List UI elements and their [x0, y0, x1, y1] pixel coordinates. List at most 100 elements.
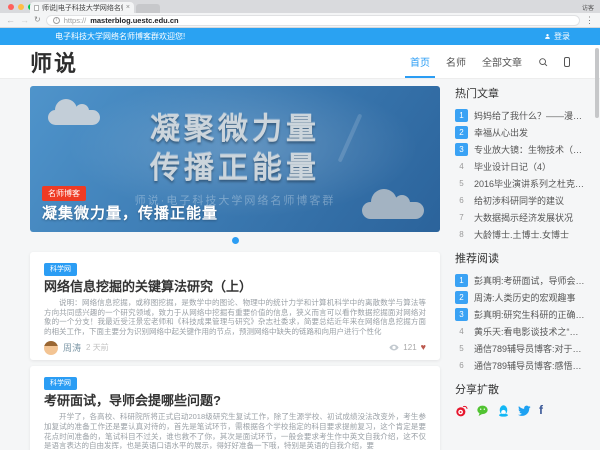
- page-scrollbar[interactable]: [595, 48, 599, 118]
- article-card: 科学网 考研面试，导师会提哪些问题? 开学了，各高校、科研院所将正式启动2018…: [30, 366, 440, 450]
- article-card: 科学网 网络信息挖掘的关键算法研究（上） 说明：网络信息挖掘，或称图挖掘，是数学…: [30, 252, 440, 361]
- new-tab-stub[interactable]: [136, 4, 160, 13]
- tab-close-icon[interactable]: ×: [126, 4, 130, 11]
- author-avatar[interactable]: [44, 340, 58, 355]
- nav-masters[interactable]: 名师: [446, 45, 466, 78]
- forward-icon[interactable]: →: [20, 15, 29, 25]
- hot-article-link: 妈妈给了我什么？——漫谈儿童教育: [474, 111, 587, 121]
- hot-article-item[interactable]: 3 专业放大镜：生物技术（生物-信息复...: [455, 141, 587, 158]
- rank-badge: 1: [455, 274, 468, 287]
- address-bar[interactable]: i https:// masterblog.uestc.edu.cn: [45, 14, 580, 26]
- recommended-item[interactable]: 4 黄乐天:看电影谈技术之“气态电路”简史...: [455, 323, 587, 340]
- hot-article-item[interactable]: 5 2016毕业演讲系列之杜克大学: [455, 175, 587, 192]
- rank-number: 4: [459, 327, 464, 336]
- browser-menu-icon[interactable]: ⋮: [585, 15, 594, 25]
- tab-title: 师说|电子科技大学网络名师…: [42, 4, 123, 12]
- hot-article-link: 给初涉科研同学的建议: [474, 196, 565, 206]
- minimize-window-button[interactable]: [18, 4, 24, 10]
- recommended-item[interactable]: 5 通信789辅导员博客:对于未来，我充满...: [455, 340, 587, 357]
- facebook-icon[interactable]: f: [539, 404, 543, 417]
- hot-articles-section: 热门文章 1 妈妈给了我什么？——漫谈儿童教育 2 幸福从心出发 3 专业放大镜：生物…: [455, 85, 587, 243]
- banner-category-badge: 名师博客: [42, 186, 86, 201]
- recommended-title: 推荐阅读: [455, 253, 499, 265]
- qq-icon[interactable]: [497, 404, 510, 417]
- hot-article-link: 毕业设计日记（4）: [474, 162, 552, 172]
- banner-caption: 凝集微力量，传播正能量: [42, 205, 219, 222]
- site-logo[interactable]: 师说: [30, 46, 78, 78]
- sidebar: 热门文章 1 妈妈给了我什么？——漫谈儿童教育 2 幸福从心出发 3 专业放大镜：生物…: [455, 85, 587, 424]
- banner-headline-line2: 传播正能量: [150, 152, 320, 185]
- recommended-item[interactable]: 1 彭真明:考研面试，导师会提哪些问题?: [455, 272, 587, 289]
- rank-badge: 3: [455, 143, 468, 156]
- banner-headline-line1: 凝聚微力量: [150, 113, 320, 146]
- browser-urlbar: ← → ↻ i https:// masterblog.uestc.edu.cn…: [0, 13, 600, 28]
- rank-number: 5: [459, 179, 464, 188]
- browser-profile-label[interactable]: 访客: [582, 3, 594, 12]
- recommended-item[interactable]: 6 通信789辅导员博客:感悟十九大，展望...: [455, 357, 587, 374]
- rank-number: 5: [459, 344, 464, 353]
- hot-article-item[interactable]: 1 妈妈给了我什么？——漫谈儿童教育: [455, 107, 587, 124]
- rank-number: 6: [459, 196, 464, 205]
- post-time: 2 天前: [86, 343, 109, 353]
- rank-badge: 2: [455, 291, 468, 304]
- mobile-version-icon[interactable]: [564, 45, 570, 78]
- browser-window: 师说|电子科技大学网络名师… × 访客 ← → ↻ i https:// mas…: [0, 0, 600, 450]
- rank-number: 8: [459, 230, 464, 239]
- hot-articles-list: 1 妈妈给了我什么？——漫谈儿童教育 2 幸福从心出发 3 专业放大镜：生物技术（生物…: [455, 107, 587, 243]
- share-section: 分享扩散 f: [455, 381, 587, 417]
- rank-badge: 2: [455, 126, 468, 139]
- recommended-link: 彭真明:考研面试，导师会提哪些问题?: [474, 276, 587, 286]
- hero-carousel[interactable]: 凝聚微力量 传播正能量 师说·电子科技大学网络名师博客群 名师博客 凝集微力量，…: [30, 86, 440, 232]
- hot-article-item[interactable]: 8 大龄博士.土博士.女博士: [455, 226, 587, 243]
- article-excerpt: 开学了，各高校、科研院所将正式启动2018级研究生复试工作，除了生源学校、初试成…: [44, 412, 426, 450]
- views-icon: [389, 344, 399, 351]
- author-name[interactable]: 周涛: [63, 341, 81, 354]
- login-label: 登录: [554, 32, 570, 41]
- recommended-item[interactable]: 3 彭真明:研究生科研的正确打开方式: [455, 306, 587, 323]
- site-info-icon[interactable]: i: [52, 16, 60, 24]
- page-content: 凝聚微力量 传播正能量 师说·电子科技大学网络名师博客群 名师博客 凝集微力量，…: [0, 79, 600, 450]
- close-window-button[interactable]: [8, 4, 14, 10]
- hot-article-item[interactable]: 6 给初涉科研同学的建议: [455, 192, 587, 209]
- hot-article-item[interactable]: 4 毕业设计日记（4）: [455, 158, 587, 175]
- nav-all-articles[interactable]: 全部文章: [482, 45, 522, 78]
- recommended-link: 黄乐天:看电影谈技术之“气态电路”简史...: [474, 327, 587, 337]
- browser-tabbar: 师说|电子科技大学网络名师… × 访客: [0, 0, 600, 13]
- article-title[interactable]: 考研面试，导师会提哪些问题?: [44, 393, 426, 408]
- recommended-item[interactable]: 2 周涛:人类历史的宏观趣事: [455, 289, 587, 306]
- recommended-list: 1 彭真明:考研面试，导师会提哪些问题? 2 周涛:人类历史的宏观趣事 3 彭真明:研…: [455, 272, 587, 374]
- like-icon[interactable]: ♥: [421, 343, 426, 352]
- weibo-icon[interactable]: [455, 404, 468, 417]
- twitter-icon[interactable]: [518, 404, 531, 417]
- rank-number: 4: [459, 162, 464, 171]
- hot-article-item[interactable]: 2 幸福从心出发: [455, 124, 587, 141]
- recommended-link: 通信789辅导员博客:感悟十九大，展望...: [474, 361, 587, 371]
- refresh-icon[interactable]: ↻: [34, 16, 41, 24]
- article-stats: 121 ♥: [389, 343, 426, 352]
- site-header: 师说 首页 名师 全部文章: [0, 45, 600, 79]
- banner-headline: 凝聚微力量 传播正能量: [30, 110, 440, 188]
- rank-badge: 1: [455, 109, 468, 122]
- hot-article-item[interactable]: 7 大数据揭示经济发展状况: [455, 209, 587, 226]
- login-button[interactable]: 登录: [544, 31, 570, 42]
- wechat-icon[interactable]: [476, 404, 489, 417]
- url-scheme: https://: [63, 15, 87, 25]
- back-icon[interactable]: ←: [6, 15, 15, 25]
- hot-article-link: 大数据揭示经济发展状况: [474, 213, 574, 223]
- article-excerpt: 说明：网络信息挖掘，或称图挖掘，是数学中的图论、物理中的统计力学和计算机科学中的…: [44, 298, 426, 336]
- recommended-link: 通信789辅导员博客:对于未来，我充满...: [474, 344, 587, 354]
- search-icon[interactable]: [538, 45, 548, 78]
- article-source-badge[interactable]: 科学网: [44, 376, 77, 390]
- carousel-dot-active[interactable]: [231, 237, 239, 244]
- user-icon: [545, 34, 550, 39]
- recommended-link: 周涛:人类历史的宏观趣事: [474, 293, 576, 303]
- hot-articles-title: 热门文章: [455, 88, 499, 100]
- article-title[interactable]: 网络信息挖掘的关键算法研究（上）: [44, 279, 426, 294]
- browser-tab[interactable]: 师说|电子科技大学网络名师… ×: [30, 2, 134, 13]
- welcome-text: 电子科技大学网络名师博客群欢迎您!: [55, 32, 186, 41]
- nav-home[interactable]: 首页: [405, 45, 435, 78]
- carousel-dots: [30, 237, 440, 244]
- recommended-section: 推荐阅读 1 彭真明:考研面试，导师会提哪些问题? 2 周涛:人类历史的宏观趣事 3…: [455, 250, 587, 374]
- share-title: 分享扩散: [455, 384, 499, 396]
- article-source-badge[interactable]: 科学网: [44, 262, 77, 276]
